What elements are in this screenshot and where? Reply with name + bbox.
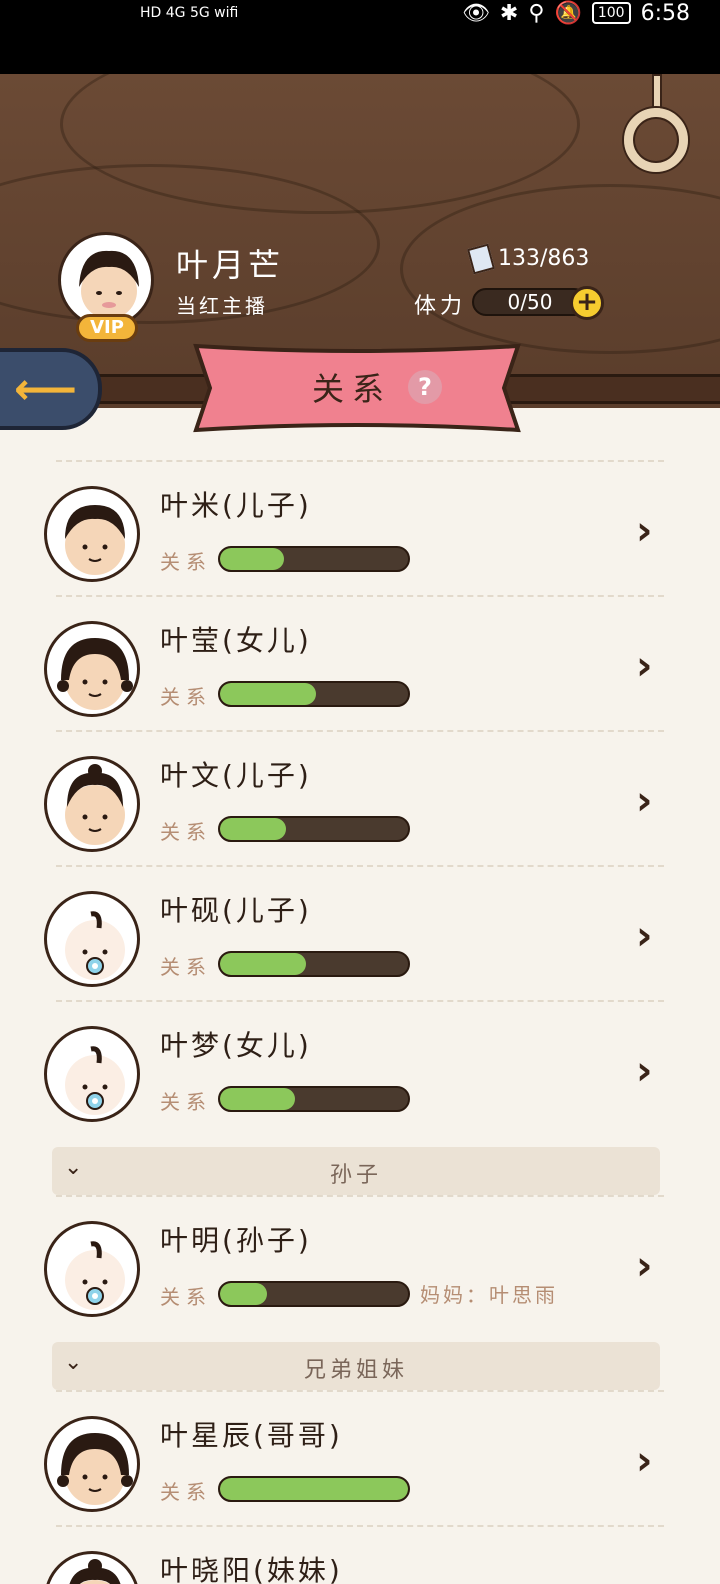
relationship-row[interactable]: 叶晓阳(妹妹)关系›	[44, 1525, 664, 1584]
relationship-fill	[220, 818, 286, 840]
relationship-label: 关系	[160, 1480, 212, 1504]
member-avatar[interactable]	[44, 1551, 140, 1584]
player-name: 叶月芒	[176, 246, 285, 284]
battery-icon: 100	[591, 2, 631, 24]
relationship-fill	[220, 1088, 296, 1110]
member-avatar[interactable]	[44, 1416, 140, 1512]
chevron-right-icon[interactable]: ›	[636, 1243, 652, 1289]
member-name: 叶文(儿子)	[160, 759, 312, 792]
relationship-row[interactable]: 叶砚(儿子) 关系 ›	[44, 865, 664, 1000]
relationship-fill	[220, 953, 307, 975]
location-icon: ⚲	[528, 0, 545, 26]
member-name: 叶晓阳(妹妹)	[160, 1554, 343, 1584]
status-right: 👁 ✱ ⚲ 🔕 100 6:58	[462, 0, 690, 26]
member-avatar[interactable]	[44, 1026, 140, 1122]
relationship-bar	[218, 951, 410, 977]
member-name: 叶莹(女儿)	[160, 624, 312, 657]
bluetooth-icon: ✱	[499, 0, 519, 26]
mute-icon: 🔕	[554, 0, 582, 26]
chevron-right-icon[interactable]: ›	[636, 643, 652, 689]
member-name: 叶明(孙子)	[160, 1224, 312, 1257]
relationship-bar	[218, 1476, 410, 1502]
relationship-row[interactable]: 叶梦(女儿) 关系 ›	[44, 1000, 664, 1135]
member-avatar[interactable]	[44, 486, 140, 582]
network-icons: HD 4G 5G wifi	[140, 5, 239, 21]
relationship-fill	[220, 548, 284, 570]
relationship-row[interactable]: 叶星辰(哥哥) 关系 ›	[44, 1390, 664, 1525]
relationship-fill	[220, 683, 316, 705]
relationship-label: 关系	[160, 1285, 212, 1309]
hook-icon	[622, 74, 692, 184]
relationship-row[interactable]: 叶文(儿子) 关系 ›	[44, 730, 664, 865]
member-avatar[interactable]	[44, 891, 140, 987]
chevron-right-icon[interactable]: ›	[636, 1438, 652, 1484]
relationship-bar	[218, 681, 410, 707]
chevron-right-icon[interactable]: ›	[636, 913, 652, 959]
help-icon[interactable]: ?	[408, 370, 442, 404]
relationship-row[interactable]: 叶明(孙子) 关系 妈妈：叶思雨 ›	[44, 1195, 664, 1330]
member-name: 叶砚(儿子)	[160, 894, 312, 927]
add-stamina-button[interactable]: +	[570, 286, 604, 320]
section-header[interactable]: ⌄ 孙子	[52, 1147, 660, 1195]
parent-note: 妈妈：叶思雨	[420, 1283, 558, 1307]
ticket-count: 133/863	[498, 246, 590, 271]
relationship-bar	[218, 1086, 410, 1112]
chevron-right-icon[interactable]: ›	[636, 1573, 652, 1584]
relationship-bar	[218, 816, 410, 842]
status-bar: HD 4G 5G wifi 👁 ✱ ⚲ 🔕 100 6:58	[0, 0, 720, 74]
chevron-right-icon[interactable]: ›	[636, 1048, 652, 1094]
eye-icon: 👁	[461, 0, 490, 26]
member-avatar[interactable]	[44, 756, 140, 852]
relationship-fill	[220, 1478, 408, 1500]
relationship-label: 关系	[160, 1090, 212, 1114]
relationship-row[interactable]: 叶米(儿子) 关系 ›	[44, 460, 664, 595]
member-avatar[interactable]	[44, 1221, 140, 1317]
member-avatar[interactable]	[44, 621, 140, 717]
back-button[interactable]: ⟵	[0, 348, 102, 430]
relationship-label: 关系	[160, 820, 212, 844]
member-name: 叶梦(女儿)	[160, 1029, 312, 1062]
title-banner: 关系 ?	[192, 342, 522, 434]
section-header[interactable]: ⌄ 兄弟姐妹	[52, 1342, 660, 1390]
chevron-right-icon[interactable]: ›	[636, 778, 652, 824]
relationship-row[interactable]: 叶莹(女儿) 关系 ›	[44, 595, 664, 730]
relationship-label: 关系	[160, 955, 212, 979]
page-title: 关系	[312, 370, 393, 408]
member-name: 叶星辰(哥哥)	[160, 1419, 343, 1452]
member-name: 叶米(儿子)	[160, 489, 312, 522]
relationship-label: 关系	[160, 550, 212, 574]
stamina-label: 体力	[414, 294, 467, 319]
player-title: 当红主播	[176, 294, 268, 318]
relationship-bar	[218, 1281, 410, 1307]
vip-badge: VIP	[76, 314, 138, 342]
section-label: 兄弟姐妹	[303, 1358, 408, 1383]
chevron-right-icon[interactable]: ›	[636, 508, 652, 554]
section-label: 孙子	[329, 1163, 382, 1188]
back-arrow-icon: ⟵	[14, 364, 78, 415]
clock: 6:58	[640, 0, 690, 26]
relationship-fill	[220, 1283, 267, 1305]
relationship-bar	[218, 546, 410, 572]
relationship-label: 关系	[160, 685, 212, 709]
